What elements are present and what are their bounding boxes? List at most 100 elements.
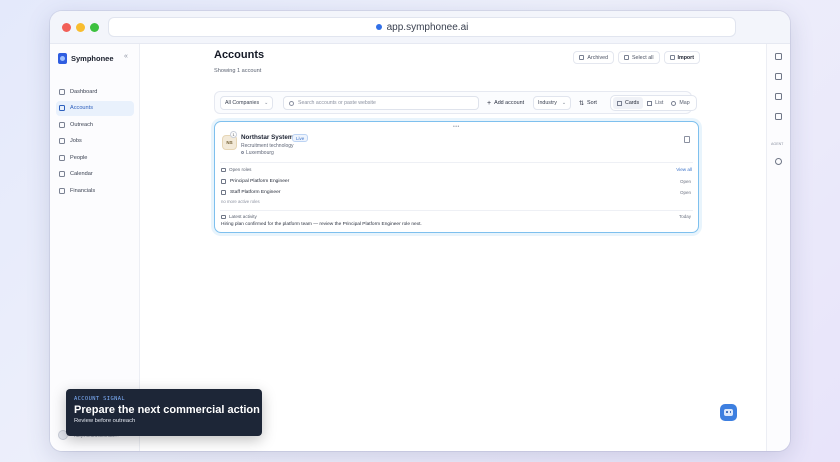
archived-button[interactable]: Archived xyxy=(573,51,615,64)
search-input[interactable] xyxy=(298,100,468,106)
view-all-link[interactable]: View all xyxy=(676,167,692,172)
latest-activity-label: Latest activity xyxy=(229,214,257,219)
company-filter-value: All Companies xyxy=(225,100,260,106)
role-status: Open xyxy=(679,179,691,184)
account-card[interactable]: ••• NS 1 Northstar Systems Live Recruitm… xyxy=(214,121,699,233)
view-cards-button[interactable]: Cards xyxy=(613,97,644,109)
company-filter-select[interactable]: All Companies ⌄ xyxy=(220,96,274,110)
building-icon xyxy=(221,179,226,184)
industry-filter-label: Industry xyxy=(538,100,557,106)
accounts-icon xyxy=(59,105,65,111)
sidebar-item-outreach[interactable]: Outreach xyxy=(56,117,134,132)
sort-button[interactable]: ⇅ Sort xyxy=(579,96,597,110)
sidebar-item-label: Dashboard xyxy=(70,88,98,95)
view-map-button[interactable]: Map xyxy=(667,97,693,109)
location-pin-icon xyxy=(241,151,244,154)
page-title: Accounts xyxy=(214,49,265,61)
sidebar-item-label: Accounts xyxy=(70,105,94,111)
calendar-icon xyxy=(59,171,65,177)
account-industry: Recruitment technology xyxy=(241,143,294,149)
archived-label: Archived xyxy=(587,54,609,61)
symphonee-logo-icon xyxy=(58,53,67,64)
minimize-window-button[interactable] xyxy=(76,23,85,32)
view-label: Cards xyxy=(625,100,640,106)
sidebar-item-jobs[interactable]: Jobs xyxy=(56,134,134,149)
divider xyxy=(220,162,693,163)
avatar-badge: 1 xyxy=(230,131,237,138)
sidebar-item-label: Outreach xyxy=(70,121,94,128)
briefcase-icon xyxy=(59,138,65,144)
latest-activity-header: Latest activity xyxy=(221,214,257,219)
role-title: Staff Platform Engineer xyxy=(230,190,281,195)
account-name[interactable]: Northstar Systems xyxy=(241,134,297,141)
maximize-window-button[interactable] xyxy=(90,23,99,32)
sidebar-item-calendar[interactable]: Calendar xyxy=(56,167,134,182)
site-icon xyxy=(375,24,382,30)
megaphone-icon[interactable] xyxy=(775,93,782,100)
right-rail: AGENT xyxy=(766,44,790,451)
sidebar-nav: Dashboard Accounts Outreach Jobs People … xyxy=(56,84,134,200)
checkbox-icon xyxy=(624,55,630,60)
dashboard-icon xyxy=(59,88,65,95)
plus-icon: + xyxy=(487,99,492,107)
search-icon xyxy=(289,100,294,106)
bookmark-icon[interactable] xyxy=(684,136,690,143)
sidebar-item-label: Calendar xyxy=(70,171,93,177)
assistant-bot-button[interactable] xyxy=(720,404,737,421)
open-roles-header: Open roles xyxy=(221,167,251,172)
megaphone-icon xyxy=(59,121,65,128)
building-icon xyxy=(221,190,226,195)
chevron-down-icon: ⌄ xyxy=(561,100,567,106)
role-item[interactable]: Staff Platform Engineer xyxy=(221,190,280,195)
industry-filter-select[interactable]: Industry ⌄ xyxy=(533,96,572,110)
toast-title: Prepare the next commercial action xyxy=(74,404,260,416)
sidebar-item-accounts[interactable]: Accounts xyxy=(56,100,134,116)
search-box[interactable] xyxy=(283,96,479,110)
view-label: List xyxy=(655,100,664,106)
role-status: Open xyxy=(679,190,691,195)
clock-icon[interactable] xyxy=(775,158,782,165)
sidebar-item-people[interactable]: People xyxy=(56,150,134,165)
people-icon xyxy=(59,154,65,161)
accounts-toolbar: All Companies ⌄ + Add account Industry ⌄… xyxy=(214,91,697,114)
account-location: Luxembourg xyxy=(241,150,274,156)
calendar-icon[interactable] xyxy=(775,73,782,80)
status-badge: Live xyxy=(292,134,309,142)
result-count: Showing 1 account xyxy=(214,68,262,74)
select-all-button[interactable]: Select all xyxy=(618,51,660,64)
financials-icon xyxy=(59,187,65,194)
briefcase-icon xyxy=(221,167,226,172)
add-account-label: Add account xyxy=(494,100,525,106)
close-window-button[interactable] xyxy=(62,23,71,32)
role-item[interactable]: Principal Platform Engineer xyxy=(221,179,289,184)
sort-icon: ⇅ xyxy=(579,100,585,107)
import-button[interactable]: Import xyxy=(663,51,700,64)
grid-icon xyxy=(617,100,622,106)
account-location-text: Luxembourg xyxy=(246,150,274,156)
account-signal-toast: ACCOUNT SIGNAL Prepare the next commerci… xyxy=(66,389,262,436)
panel-icon[interactable] xyxy=(775,53,782,60)
select-all-label: Select all xyxy=(632,54,654,61)
archive-icon xyxy=(579,55,585,60)
brand-name: Symphonee xyxy=(71,54,114,63)
rail-section-label: AGENT xyxy=(771,142,784,146)
view-list-button[interactable]: List xyxy=(643,97,667,109)
brand[interactable]: Symphonee xyxy=(58,53,114,64)
activity-text: Hiring plan confirmed for the platform t… xyxy=(221,222,422,227)
collapse-sidebar-icon[interactable]: « xyxy=(124,53,128,60)
phone-icon[interactable] xyxy=(775,113,782,120)
sidebar-item-financials[interactable]: Financials xyxy=(56,183,134,198)
sidebar-item-label: Jobs xyxy=(70,138,82,144)
bot-icon xyxy=(724,409,733,416)
add-account-button[interactable]: + Add account xyxy=(487,96,524,110)
sidebar-item-dashboard[interactable]: Dashboard xyxy=(56,84,134,99)
address-bar[interactable]: app.symphonee.ai xyxy=(108,17,736,37)
import-label: Import xyxy=(677,54,694,61)
sort-label: Sort xyxy=(587,100,597,106)
divider xyxy=(220,210,693,211)
activity-date: Today xyxy=(678,214,691,219)
sidebar-item-label: People xyxy=(70,154,88,161)
activity-icon xyxy=(221,214,226,219)
more-options-icon[interactable]: ••• xyxy=(453,124,460,130)
header-actions: Archived Select all Import xyxy=(573,51,700,64)
